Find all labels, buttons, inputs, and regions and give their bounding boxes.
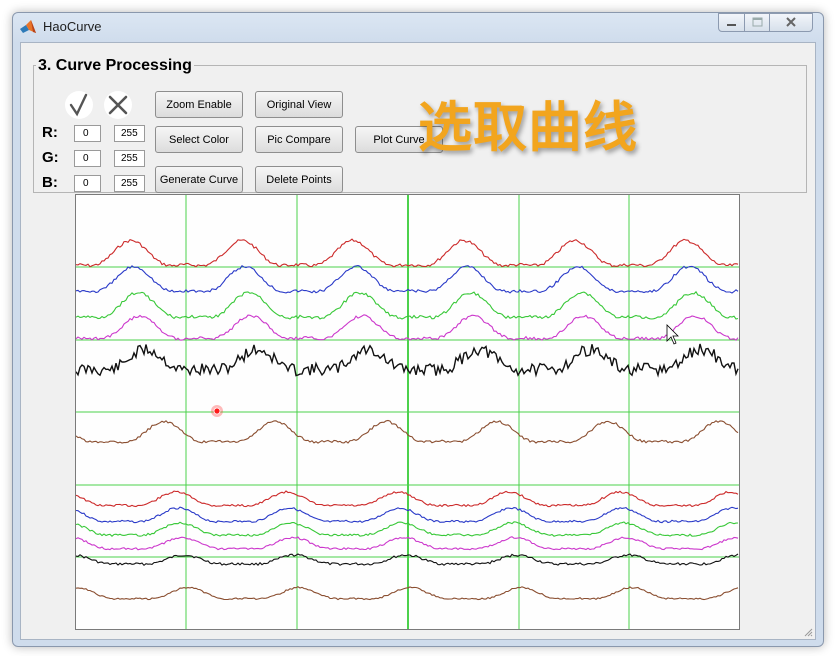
r-max-field[interactable]: 255 — [114, 125, 145, 142]
original-view-button[interactable]: Original View — [255, 91, 343, 118]
curve-image — [76, 195, 739, 629]
pic-compare-button[interactable]: Pic Compare — [255, 126, 343, 153]
r-label: R: — [42, 124, 58, 141]
mouse-cursor-icon — [666, 324, 679, 345]
minimize-icon — [727, 24, 736, 26]
select-color-button[interactable]: Select Color — [155, 126, 243, 153]
window-title: HaoCurve — [43, 19, 102, 34]
b-label: B: — [42, 174, 58, 191]
r-min-field[interactable]: 0 — [74, 125, 101, 142]
zoom-enable-button[interactable]: Zoom Enable — [155, 91, 243, 118]
maximize-button[interactable] — [744, 13, 770, 32]
close-button[interactable] — [769, 13, 813, 32]
close-icon — [786, 17, 796, 27]
g-max-field[interactable]: 255 — [114, 150, 145, 167]
curve-image-axes[interactable] — [75, 194, 740, 630]
resize-grip-icon[interactable] — [803, 627, 813, 637]
b-min-field[interactable]: 0 — [74, 175, 101, 192]
selection-marker — [213, 407, 221, 415]
matlab-icon — [20, 20, 36, 33]
g-label: G: — [42, 149, 59, 166]
delete-points-button[interactable]: Delete Points — [255, 166, 343, 193]
overlay-caption: 选取曲线 — [418, 96, 638, 159]
generate-curve-button[interactable]: Generate Curve — [155, 166, 243, 193]
cross-icon[interactable] — [103, 90, 133, 120]
maximize-icon — [752, 17, 763, 27]
title-bar[interactable]: HaoCurve — [13, 13, 823, 41]
check-icon[interactable] — [64, 90, 94, 120]
g-min-field[interactable]: 0 — [74, 150, 101, 167]
panel-title: 3. Curve Processing — [36, 57, 194, 75]
minimize-button[interactable] — [718, 13, 745, 32]
b-max-field[interactable]: 255 — [114, 175, 145, 192]
